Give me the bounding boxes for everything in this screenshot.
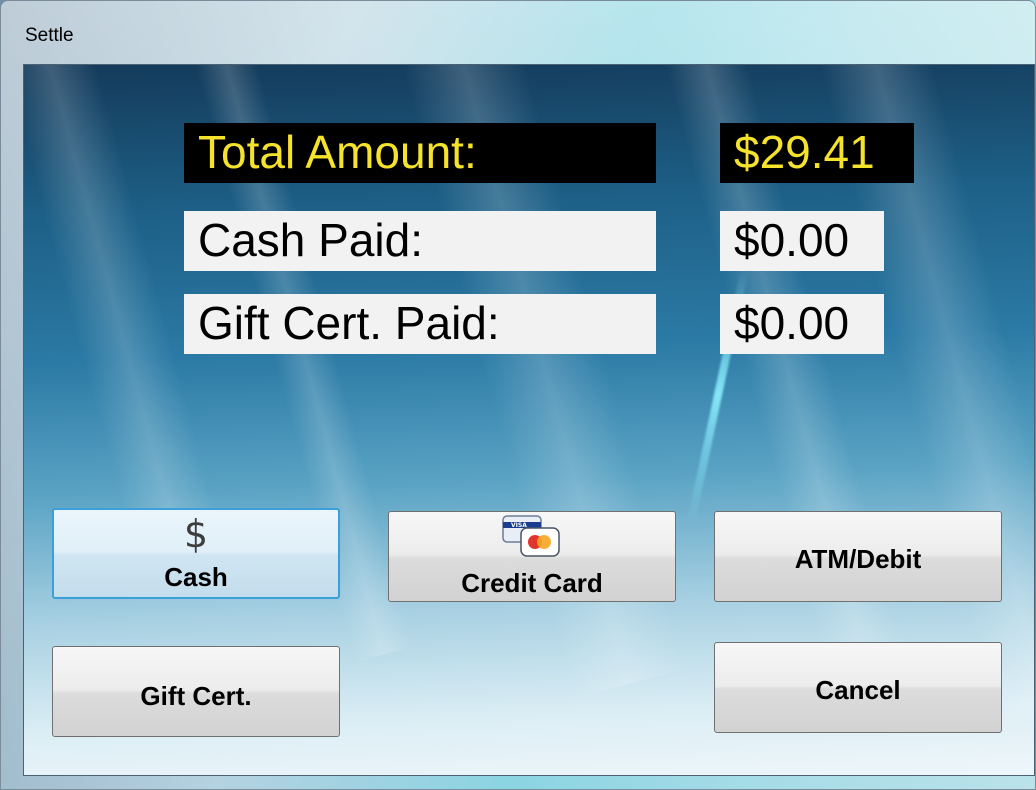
- gift-cert-button[interactable]: Gift Cert.: [52, 646, 340, 737]
- gift-cert-paid-value: $0.00: [720, 294, 884, 354]
- window-title: Settle: [25, 25, 74, 46]
- atm-debit-button-label: ATM/Debit: [794, 544, 922, 574]
- cancel-button-label: Cancel: [815, 675, 901, 705]
- gift-cert-button-label: Gift Cert.: [140, 681, 252, 711]
- credit-card-button-label: Credit Card: [461, 568, 603, 598]
- credit-card-button[interactable]: VISA Credit Card: [388, 511, 676, 602]
- credit-card-icon: VISA: [502, 515, 560, 557]
- cash-paid-label: Cash Paid:: [184, 211, 656, 271]
- cash-button-label: Cash: [164, 562, 228, 592]
- gift-cert-paid-label: Gift Cert. Paid:: [184, 294, 656, 354]
- atm-debit-button[interactable]: ATM/Debit: [714, 511, 1002, 602]
- settle-window: Settle Total Amount: $29.41 Cash Paid: $…: [0, 0, 1036, 790]
- dollar-icon: $: [183, 512, 209, 556]
- cancel-button[interactable]: Cancel: [714, 642, 1002, 733]
- title-bar[interactable]: Settle: [1, 1, 1036, 63]
- settle-panel: Total Amount: $29.41 Cash Paid: $0.00 Gi…: [23, 64, 1035, 776]
- total-amount-value: $29.41: [720, 123, 914, 183]
- cash-button[interactable]: $ Cash: [52, 508, 340, 599]
- total-amount-label: Total Amount:: [184, 123, 656, 183]
- cash-paid-value: $0.00: [720, 211, 884, 271]
